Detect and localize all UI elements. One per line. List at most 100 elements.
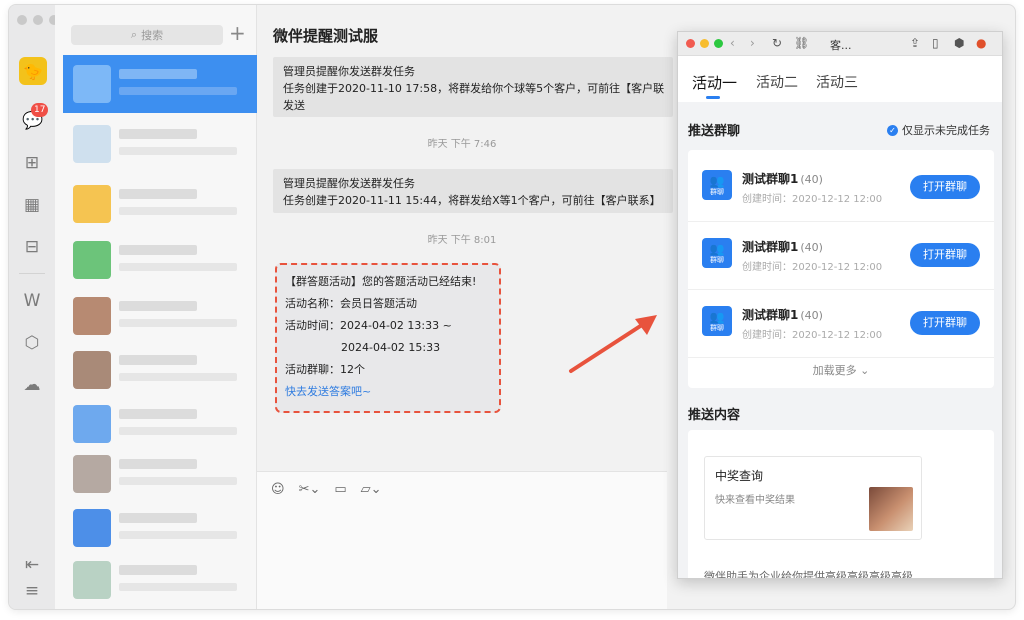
emoji-icon[interactable]: ☺ <box>271 482 285 497</box>
conversation-item[interactable] <box>63 445 257 503</box>
send-answer-link[interactable]: 快去发送答案吧~ <box>285 381 491 403</box>
group-row: 👥 群聊 测试群聊1 (40) 创建时间：2020-12-12 12:00 打开群聊 <box>688 290 994 358</box>
conversation-item[interactable] <box>63 55 257 113</box>
docs-icon[interactable]: W <box>22 291 42 311</box>
window-controls <box>17 15 59 25</box>
group-name-text: 测试群聊1 <box>742 172 799 186</box>
search-input[interactable]: ⌕ 搜索 <box>71 25 223 45</box>
message-time: 昨天 下午 7:46 <box>427 139 497 150</box>
app-window: 🐤 💬 17 ⊞ ▦ ⊟ W ⬡ ☁ ⇤ ≡ ⌕ 搜索 + 微伴提醒测试服 管理 <box>8 4 1016 610</box>
tab-activity-3[interactable]: 活动三 <box>816 72 858 92</box>
folder-icon[interactable]: ▱⌄ <box>361 482 382 497</box>
conversation-item[interactable] <box>63 341 257 399</box>
load-more-button[interactable]: 加载更多 ⌄ <box>688 362 994 378</box>
webview-toolbar: ‹ › ↻ ⛓ 客... ⇪ ▯ ⬢ ● <box>678 32 1002 56</box>
composer-toolbar: ☺ ✂⌄ ▭ ▱⌄ <box>271 482 382 497</box>
close-dot[interactable] <box>17 15 27 25</box>
group-icon: 👥 群聊 <box>702 306 732 336</box>
message-line: 任务创建于2020-11-11 15:44，将群发给X等1个客户，可前往【客户联… <box>283 194 661 207</box>
group-name-text: 测试群聊1 <box>742 308 799 322</box>
cloud-icon[interactable]: ☁ <box>22 375 42 395</box>
message-line: 管理员提醒你发送群发任务 <box>283 177 415 190</box>
activity-time-end: 2024-04-02 15:33 <box>341 341 441 354</box>
content-card-subtitle: 快来查看中奖结果 <box>715 495 795 506</box>
push-groups-title: 推送群聊 <box>688 124 741 139</box>
conversation-list: ⌕ 搜索 + <box>55 5 257 609</box>
share-icon[interactable]: ⇪ <box>910 36 920 50</box>
sidebar-webview: ‹ › ↻ ⛓ 客... ⇪ ▯ ⬢ ● 活动一 活动二 活动三 推送群聊 ✓ … <box>677 31 1003 579</box>
calendar-icon[interactable]: ▦ <box>22 195 42 215</box>
group-count: (40) <box>800 173 823 186</box>
group-count: (40) <box>800 309 823 322</box>
forward-icon[interactable]: › <box>750 36 755 50</box>
conversation-item[interactable] <box>63 499 257 557</box>
group-icon: 👥 群聊 <box>702 170 732 200</box>
message-line: 任务创建于2020-11-10 17:58，将群发给你个球等5个客户，可前往【客… <box>283 82 665 95</box>
group-created: 创建时间：2020-12-12 12:00 <box>742 262 883 273</box>
group-created: 创建时间：2020-12-12 12:00 <box>742 194 883 205</box>
open-group-button[interactable]: 打开群聊 <box>910 175 980 199</box>
group-created: 创建时间：2020-12-12 12:00 <box>742 330 883 341</box>
collapse-icon[interactable]: ⇤ <box>22 555 42 575</box>
minimize-dot[interactable] <box>700 39 709 48</box>
highlight-arrow <box>569 315 657 373</box>
back-icon[interactable]: ‹ <box>730 36 735 50</box>
check-icon: ✓ <box>887 124 898 136</box>
activity-tabs: 活动一 活动二 活动三 <box>678 56 1002 102</box>
feedback-icon[interactable]: ▯ <box>932 36 939 50</box>
group-icon: 👥 群聊 <box>702 238 732 268</box>
user-avatar[interactable]: 🐤 <box>19 57 47 85</box>
left-rail: 🐤 💬 17 ⊞ ▦ ⊟ W ⬡ ☁ ⇤ ≡ <box>9 5 59 609</box>
webview-title: 客... <box>830 39 852 52</box>
group-name-text: 测试群聊1 <box>742 240 799 254</box>
content-card[interactable]: 中奖查询 快来查看中奖结果 <box>704 456 922 540</box>
message-bubble: 管理员提醒你发送群发任务 任务创建于2020-11-10 17:58，将群发给你… <box>273 57 673 117</box>
minimize-dot[interactable] <box>33 15 43 25</box>
group-list: 👥 群聊 测试群聊1 (40) 创建时间：2020-12-12 12:00 打开群聊… <box>688 150 994 388</box>
message-time: 昨天 下午 8:01 <box>427 235 497 246</box>
active-tab-indicator <box>706 96 720 99</box>
chat-pane: 微伴提醒测试服 管理员提醒你发送群发任务 任务创建于2020-11-10 17:… <box>257 5 673 609</box>
push-content-title: 推送内容 <box>688 408 741 423</box>
conversation-item[interactable] <box>63 115 257 173</box>
add-button[interactable]: + <box>229 21 246 45</box>
group-name: 测试群聊1 (40) <box>742 238 823 255</box>
cube-icon[interactable]: ⬢ <box>954 36 964 50</box>
conversation-item[interactable] <box>63 175 257 233</box>
close-dot[interactable] <box>686 39 695 48</box>
message-bubble: 管理员提醒你发送群发任务 任务创建于2020-11-11 15:44，将群发给X… <box>273 169 673 213</box>
apps-grid-icon[interactable]: ⊟ <box>22 237 42 257</box>
scissors-icon[interactable]: ✂⌄ <box>299 482 321 497</box>
zoom-dot[interactable] <box>714 39 723 48</box>
conversation-item[interactable] <box>63 231 257 289</box>
only-unfinished-label: 仅显示未完成任务 <box>902 124 990 137</box>
image-icon[interactable]: ▭ <box>334 482 346 497</box>
tab-activity-1[interactable]: 活动一 <box>692 72 737 93</box>
tab-activity-2[interactable]: 活动二 <box>756 72 798 92</box>
search-placeholder: 搜索 <box>141 29 164 42</box>
org-chart-icon[interactable]: ⊞ <box>22 153 42 173</box>
content-card-thumbnail <box>869 487 913 531</box>
message-composer[interactable]: ☺ ✂⌄ ▭ ▱⌄ <box>257 471 667 609</box>
conversation-item[interactable] <box>63 287 257 345</box>
chat-title: 微伴提醒测试服 <box>273 27 379 45</box>
group-icon-label: 群聊 <box>710 324 724 332</box>
push-content-box: 中奖查询 快来查看中奖结果 微伴助手为企业给你提供高级高级高级高级 <box>688 430 994 578</box>
conversation-item[interactable] <box>63 551 257 609</box>
group-icon-label: 群聊 <box>710 188 724 196</box>
group-row: 👥 群聊 测试群聊1 (40) 创建时间：2020-12-12 12:00 打开群聊 <box>688 154 994 222</box>
unread-badge: 17 <box>31 103 49 117</box>
activity-card: 【群答题活动】您的答题活动已经结束! 活动名称：会员日答题活动 活动时间：202… <box>275 263 501 413</box>
content-card-title: 中奖查询 <box>715 469 764 483</box>
link-icon[interactable]: ⛓ <box>794 36 809 50</box>
chrome-icon[interactable]: ● <box>976 36 986 50</box>
menu-icon[interactable]: ≡ <box>22 581 42 601</box>
only-unfinished-toggle[interactable]: ✓ 仅显示未完成任务 <box>887 122 990 138</box>
drive-icon[interactable]: ⬡ <box>22 333 42 353</box>
activity-header: 【群答题活动】您的答题活动已经结束! <box>285 275 477 288</box>
message-line: 发送 <box>283 99 305 112</box>
open-group-button[interactable]: 打开群聊 <box>910 311 980 335</box>
chevron-down-icon: ⌄ <box>860 364 870 377</box>
open-group-button[interactable]: 打开群聊 <box>910 243 980 267</box>
refresh-icon[interactable]: ↻ <box>772 36 782 50</box>
